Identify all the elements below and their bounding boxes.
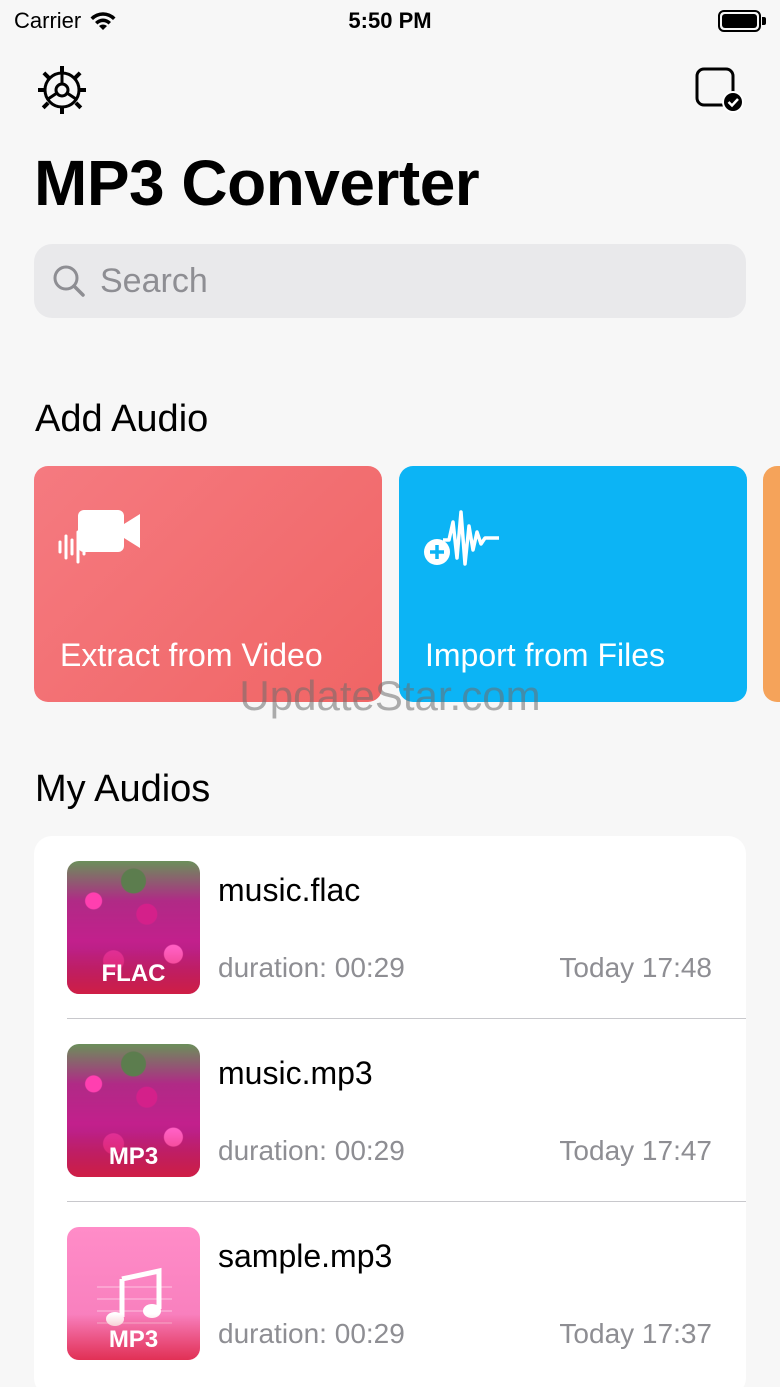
audio-date: Today 17:48 <box>559 952 712 983</box>
battery-icon <box>718 10 766 32</box>
import-from-files-label: Import from Files <box>425 637 666 673</box>
format-badge: MP3 <box>67 1314 200 1360</box>
audio-duration: duration: 00:29 <box>218 1135 405 1166</box>
audio-name: sample.mp3 <box>218 1238 393 1274</box>
status-bar: Carrier 5:50 PM <box>0 0 780 44</box>
audio-list: FLAC music.flac duration: 00:29 Today 17… <box>34 836 746 1387</box>
audio-thumbnail: MP3 <box>67 1044 200 1177</box>
search-icon <box>53 265 85 297</box>
audio-name: music.flac <box>218 872 361 908</box>
format-badge: MP3 <box>67 1131 200 1177</box>
audio-duration: duration: 00:29 <box>218 952 405 983</box>
audio-duration: duration: 00:29 <box>218 1318 405 1349</box>
list-item[interactable]: FLAC music.flac duration: 00:29 Today 17… <box>34 836 746 1019</box>
my-audios-title: My Audios <box>35 768 211 810</box>
add-audio-title: Add Audio <box>35 398 209 440</box>
video-audio-icon <box>58 510 140 564</box>
format-badge: FLAC <box>67 948 200 994</box>
list-item[interactable]: MP3 sample.mp3 duration: 00:29 Today 17:… <box>34 1202 746 1385</box>
select-check-icon <box>695 67 744 113</box>
import-from-files-card[interactable]: Import from Files <box>399 466 747 702</box>
audio-date: Today 17:47 <box>559 1135 712 1166</box>
extract-from-video-card[interactable]: Extract from Video <box>34 466 382 702</box>
settings-button[interactable] <box>36 64 88 116</box>
list-item[interactable]: MP3 music.mp3 duration: 00:29 Today 17:4… <box>34 1019 746 1202</box>
audio-date: Today 17:37 <box>559 1318 712 1349</box>
waveform-add-icon <box>424 510 499 566</box>
audio-name: music.mp3 <box>218 1055 373 1091</box>
select-button[interactable] <box>694 66 746 116</box>
audio-thumbnail: MP3 <box>67 1227 200 1360</box>
audio-thumbnail: FLAC <box>67 861 200 994</box>
page-title: MP3 Converter <box>34 147 480 219</box>
status-time: 5:50 PM <box>348 8 432 33</box>
gear-icon <box>38 66 86 114</box>
search-placeholder: Search <box>100 261 208 300</box>
extract-from-video-label: Extract from Video <box>60 637 323 673</box>
more-options-card[interactable] <box>763 466 780 702</box>
search-bar[interactable]: Search <box>34 244 746 318</box>
